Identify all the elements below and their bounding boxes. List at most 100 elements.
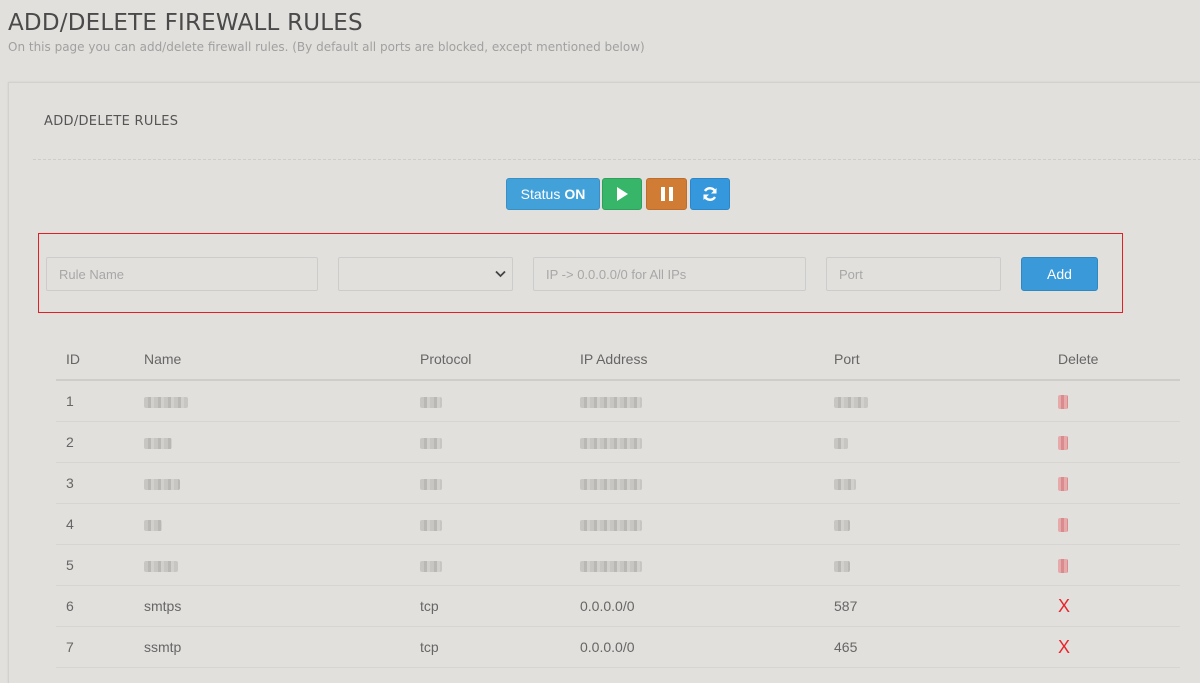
redacted-value bbox=[580, 478, 642, 490]
cell-protocol bbox=[420, 421, 580, 463]
column-header-ip-address: IP Address bbox=[580, 339, 834, 381]
redacted-value bbox=[144, 478, 180, 490]
ip-address-placeholder: IP -> 0.0.0.0/0 for All IPs bbox=[546, 266, 687, 282]
cell-ip-address bbox=[580, 503, 834, 545]
table-row: 4 bbox=[56, 503, 1180, 545]
redacted-value bbox=[580, 560, 642, 572]
cell-port bbox=[834, 462, 1058, 504]
cell-id: 1 bbox=[56, 380, 144, 422]
cell-ip-address bbox=[580, 380, 834, 422]
column-header-delete: Delete bbox=[1058, 339, 1180, 381]
table-header-row: ID Name Protocol IP Address Port Delete bbox=[56, 339, 1180, 381]
cell-delete bbox=[1058, 380, 1180, 422]
cell-port bbox=[834, 544, 1058, 586]
refresh-icon bbox=[703, 187, 717, 201]
page-subtitle: On this page you can add/delete firewall… bbox=[8, 40, 645, 54]
cell-id: 2 bbox=[56, 421, 144, 463]
cell-name bbox=[144, 544, 420, 586]
ip-address-input[interactable]: IP -> 0.0.0.0/0 for All IPs bbox=[533, 257, 806, 291]
column-header-port: Port bbox=[834, 339, 1058, 381]
cell-ip-address bbox=[580, 421, 834, 463]
cell-delete bbox=[1058, 421, 1180, 463]
table-row: 1 bbox=[56, 380, 1180, 422]
column-header-id: ID bbox=[56, 339, 144, 381]
cell-name bbox=[144, 380, 420, 422]
cell-protocol: tcp bbox=[420, 585, 580, 627]
chevron-down-icon bbox=[495, 270, 506, 278]
cell-ip-address: 0.0.0.0/0 bbox=[580, 626, 834, 668]
cell-protocol bbox=[420, 503, 580, 545]
table-row: 6 smtps tcp 0.0.0.0/0 587 X bbox=[56, 585, 1180, 627]
cell-port: 587 bbox=[834, 585, 1058, 627]
redacted-value bbox=[580, 437, 642, 449]
protocol-select[interactable] bbox=[338, 257, 513, 291]
redacted-value bbox=[834, 519, 850, 531]
cell-port bbox=[834, 503, 1058, 545]
panel-divider bbox=[33, 159, 1200, 160]
cell-ip-address bbox=[580, 462, 834, 504]
port-input[interactable]: Port bbox=[826, 257, 1001, 291]
redacted-value bbox=[144, 519, 162, 531]
cell-name bbox=[144, 462, 420, 504]
rule-name-input[interactable]: Rule Name bbox=[46, 257, 318, 291]
cell-ip-address: 0.0.0.0/0 bbox=[580, 585, 834, 627]
redacted-value bbox=[834, 437, 848, 449]
redacted-value bbox=[420, 560, 442, 572]
cell-ip-address bbox=[580, 544, 834, 586]
delete-icon[interactable]: X bbox=[1058, 637, 1070, 657]
refresh-button[interactable] bbox=[690, 178, 730, 210]
start-button[interactable] bbox=[602, 178, 642, 210]
status-label: Status bbox=[520, 186, 561, 202]
panel-title: ADD/DELETE RULES bbox=[44, 114, 179, 129]
cell-id: 5 bbox=[56, 544, 144, 586]
redacted-value bbox=[834, 396, 868, 408]
status-value: ON bbox=[564, 186, 586, 202]
cell-port bbox=[834, 380, 1058, 422]
redacted-value bbox=[580, 519, 642, 531]
delete-icon[interactable] bbox=[1058, 518, 1068, 533]
table-row: 7 ssmtp tcp 0.0.0.0/0 465 X bbox=[56, 626, 1180, 668]
cell-protocol bbox=[420, 462, 580, 504]
column-header-name: Name bbox=[144, 339, 420, 381]
cell-delete bbox=[1058, 462, 1180, 504]
delete-icon[interactable] bbox=[1058, 559, 1068, 574]
redacted-value bbox=[144, 437, 172, 449]
cell-delete bbox=[1058, 503, 1180, 545]
cell-id: 4 bbox=[56, 503, 144, 545]
cell-port bbox=[834, 421, 1058, 463]
add-rule-form: Rule Name IP -> 0.0.0.0/0 for All IPs Po… bbox=[38, 233, 1123, 313]
cell-delete: X bbox=[1058, 626, 1180, 668]
add-button[interactable]: Add bbox=[1021, 257, 1098, 291]
delete-icon[interactable] bbox=[1058, 477, 1068, 492]
cell-name bbox=[144, 421, 420, 463]
redacted-value bbox=[144, 560, 178, 572]
redacted-value bbox=[420, 437, 442, 449]
redacted-value bbox=[834, 478, 856, 490]
rule-name-placeholder: Rule Name bbox=[59, 266, 125, 282]
cell-protocol bbox=[420, 380, 580, 422]
cell-id: 6 bbox=[56, 585, 144, 627]
redacted-value bbox=[580, 396, 642, 408]
cell-protocol bbox=[420, 544, 580, 586]
pause-button[interactable] bbox=[646, 178, 687, 210]
cell-name bbox=[144, 503, 420, 545]
redacted-value bbox=[420, 396, 442, 408]
table-row: 3 bbox=[56, 462, 1180, 504]
cell-id: 3 bbox=[56, 462, 144, 504]
redacted-value bbox=[420, 519, 442, 531]
rules-table: ID Name Protocol IP Address Port Delete … bbox=[56, 339, 1180, 668]
cell-name: ssmtp bbox=[144, 626, 420, 668]
delete-icon[interactable] bbox=[1058, 395, 1068, 410]
cell-id: 7 bbox=[56, 626, 144, 668]
table-row: 2 bbox=[56, 421, 1180, 463]
cell-delete bbox=[1058, 544, 1180, 586]
redacted-value bbox=[834, 560, 850, 572]
cell-protocol: tcp bbox=[420, 626, 580, 668]
port-placeholder: Port bbox=[839, 266, 863, 282]
status-button[interactable]: Status ON bbox=[506, 178, 600, 210]
cell-name: smtps bbox=[144, 585, 420, 627]
delete-icon[interactable] bbox=[1058, 436, 1068, 451]
cell-delete: X bbox=[1058, 585, 1180, 627]
redacted-value bbox=[420, 478, 442, 490]
delete-icon[interactable]: X bbox=[1058, 596, 1070, 616]
